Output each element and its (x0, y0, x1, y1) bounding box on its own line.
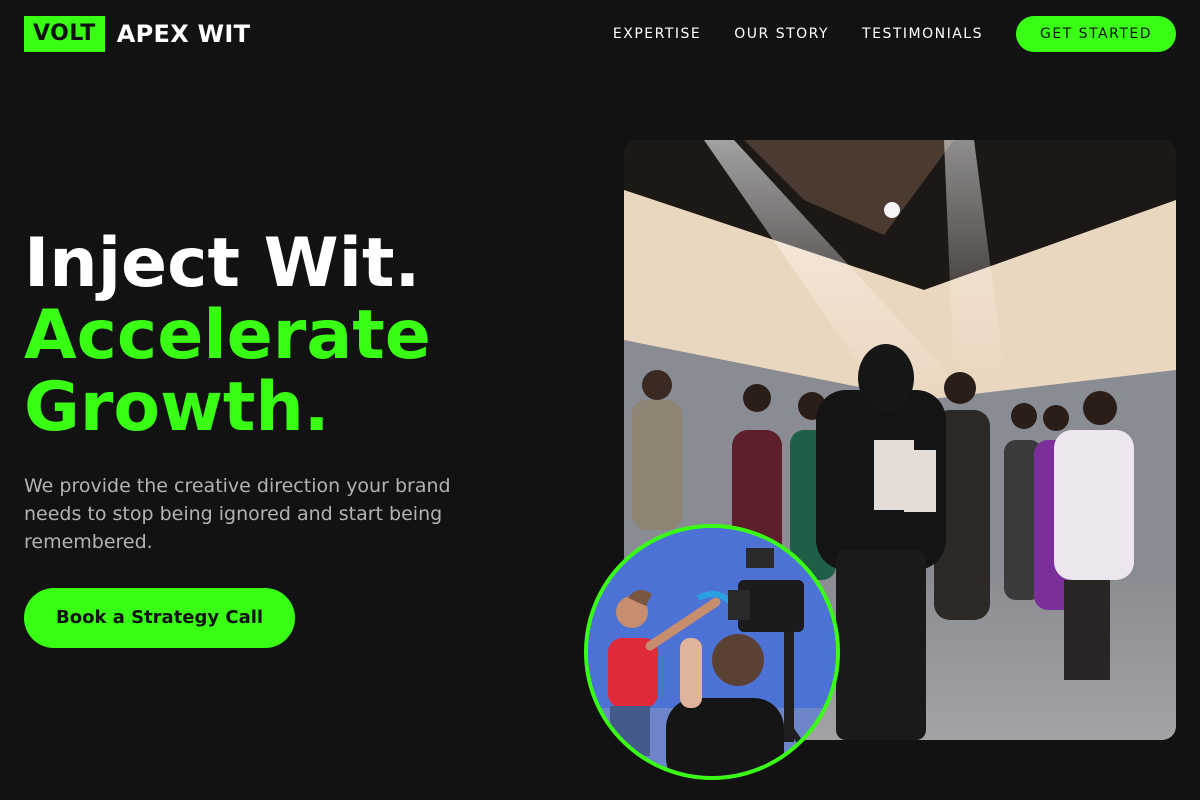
logo-badge: VOLT (24, 16, 105, 52)
logo[interactable]: VOLT APEX WIT (24, 16, 250, 52)
main-nav: EXPERTISE OUR STORY TESTIMONIALS GET STA… (613, 16, 1176, 52)
nav-link-expertise[interactable]: EXPERTISE (613, 26, 701, 42)
hero-subtext: We provide the creative direction your b… (24, 475, 451, 553)
nav-link-our-story[interactable]: OUR STORY (734, 26, 829, 42)
hero-headline: Inject Wit. Accelerate Growth. (24, 228, 544, 444)
hero-content: Inject Wit. Accelerate Growth. We provid… (24, 228, 544, 648)
site-header: VOLT APEX WIT EXPERTISE OUR STORY TESTIM… (0, 0, 1200, 68)
headline-line-2: Accelerate (24, 296, 431, 375)
headline-line-1: Inject Wit. (24, 224, 421, 303)
get-started-button[interactable]: GET STARTED (1015, 16, 1176, 52)
nav-link-testimonials[interactable]: TESTIMONIALS (862, 26, 983, 42)
headline-line-3: Growth. (24, 368, 330, 447)
logo-name: APEX WIT (116, 20, 251, 48)
hero-inset-image (584, 524, 840, 780)
book-strategy-call-button[interactable]: Book a Strategy Call (24, 588, 296, 648)
